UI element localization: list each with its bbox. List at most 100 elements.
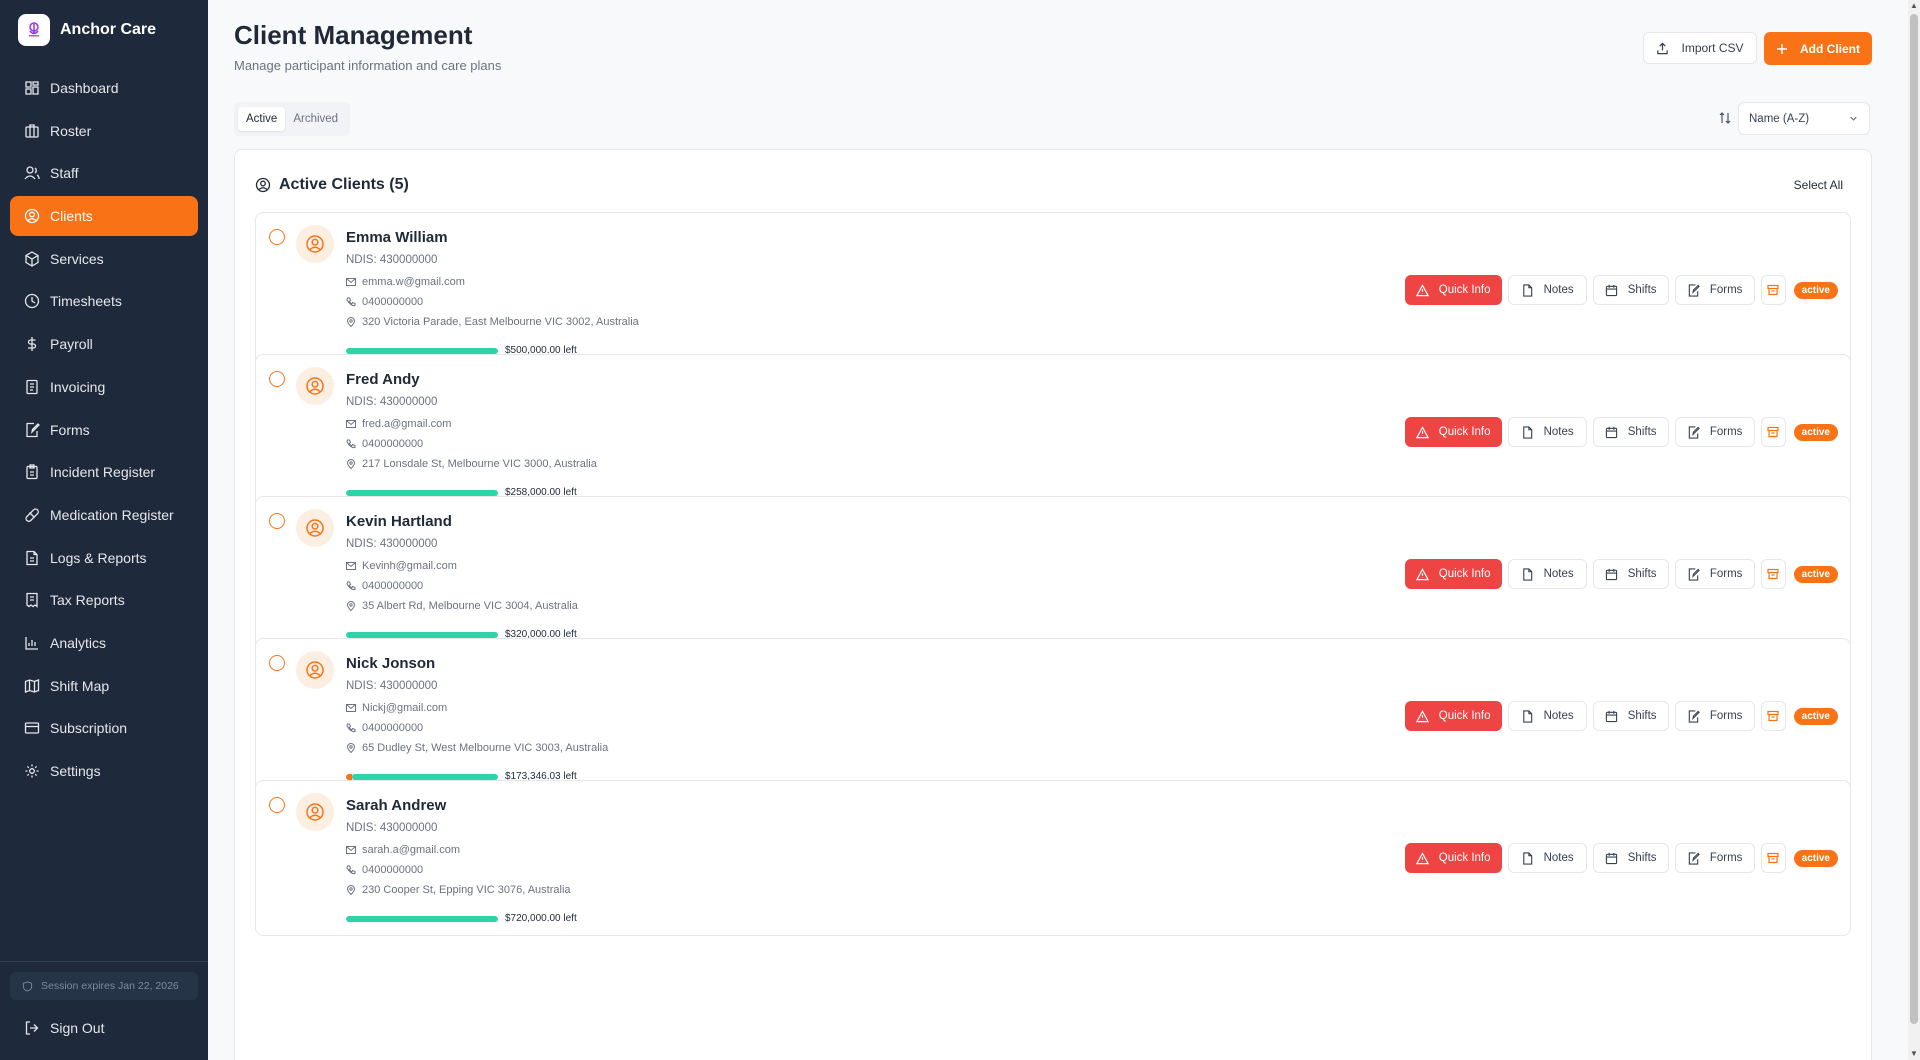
sort-select[interactable]: Name (A-Z) [1738, 102, 1870, 135]
client-email: emma.w@gmail.com [362, 276, 465, 288]
sidebar-item-clients[interactable]: Clients [10, 196, 198, 237]
pill-icon [25, 508, 39, 522]
client-name[interactable]: Emma William [346, 229, 448, 246]
shifts-button[interactable]: Shifts [1592, 843, 1669, 873]
client-checkbox[interactable] [269, 229, 285, 245]
client-phone: 0400000000 [362, 864, 424, 876]
sidebar-item-label: Analytics [50, 634, 107, 651]
client-email: fred.a@gmail.com [362, 418, 452, 430]
sidebar-item-settings[interactable]: Settings [10, 751, 198, 791]
budget-bar-fill [352, 773, 498, 780]
tab-active[interactable]: Active [238, 107, 286, 131]
archive-button[interactable] [1760, 559, 1786, 589]
client-checkbox[interactable] [269, 797, 285, 813]
client-checkbox[interactable] [269, 513, 285, 529]
upload-icon [1657, 42, 1669, 54]
client-checkbox[interactable] [269, 371, 285, 387]
alert-triangle-icon [1415, 709, 1429, 722]
sidebar-item-subscription[interactable]: Subscription [10, 708, 198, 748]
quick-info-button[interactable]: Quick Info [1404, 559, 1502, 589]
status-badge: active [1793, 423, 1838, 441]
forms-button[interactable]: Forms [1674, 275, 1755, 305]
tab-archived[interactable]: Archived [285, 107, 346, 131]
sidebar-item-label: Invoicing [50, 378, 106, 395]
notes-button[interactable]: Notes [1507, 417, 1587, 447]
shifts-button[interactable]: Shifts [1592, 701, 1669, 731]
quick-info-button[interactable]: Quick Info [1404, 701, 1502, 731]
mail-icon [346, 846, 356, 854]
mail-icon [346, 562, 356, 570]
file-icon [1522, 567, 1532, 581]
sidebar-item-label: Subscription [50, 720, 128, 737]
budget-progress: $720,000.00 left [346, 913, 577, 924]
shifts-button[interactable]: Shifts [1592, 559, 1669, 589]
archive-button[interactable] [1760, 701, 1786, 731]
alert-triangle-icon [1415, 567, 1429, 580]
sidebar-item-shift-map[interactable]: Shift Map [10, 666, 198, 706]
status-badge: active [1793, 707, 1838, 725]
select-all-button[interactable]: Select All [1794, 178, 1843, 192]
notes-button[interactable]: Notes [1507, 275, 1587, 305]
forms-button[interactable]: Forms [1674, 559, 1755, 589]
shifts-button[interactable]: Shifts [1592, 275, 1669, 305]
sidebar-item-logs-reports[interactable]: Logs & Reports [10, 538, 198, 578]
client-name[interactable]: Nick Jonson [346, 655, 435, 672]
notes-button[interactable]: Notes [1507, 559, 1587, 589]
sidebar-item-payroll[interactable]: Payroll [10, 324, 198, 364]
user-circle-icon [306, 803, 324, 821]
forms-button[interactable]: Forms [1674, 417, 1755, 447]
notes-button[interactable]: Notes [1507, 843, 1587, 873]
archive-button[interactable] [1760, 417, 1786, 447]
import-csv-button[interactable]: Import CSV [1643, 32, 1757, 64]
shifts-button[interactable]: Shifts [1592, 417, 1669, 447]
forms-button[interactable]: Forms [1674, 843, 1755, 873]
quick-info-button[interactable]: Quick Info [1404, 843, 1502, 873]
archive-button[interactable] [1760, 275, 1786, 305]
client-name[interactable]: Fred Andy [346, 371, 420, 388]
sidebar-item-medication-register[interactable]: Medication Register [10, 495, 198, 535]
scroll-thumb[interactable] [1910, 14, 1918, 1024]
file-icon [1522, 709, 1532, 723]
sidebar-item-roster[interactable]: Roster [10, 111, 198, 151]
forms-button[interactable]: Forms [1674, 701, 1755, 731]
client-name[interactable]: Sarah Andrew [346, 797, 446, 814]
client-address: 35 Albert Rd, Melbourne VIC 3004, Austra… [362, 600, 578, 612]
sidebar-item-analytics[interactable]: Analytics [10, 623, 198, 663]
quick-info-button[interactable]: Quick Info [1404, 417, 1502, 447]
page-subtitle: Manage participant information and care … [234, 58, 502, 73]
shifts-label: Shifts [1627, 852, 1657, 864]
brand[interactable]: Anchor Care [0, 0, 208, 60]
shifts-label: Shifts [1627, 426, 1657, 438]
scroll-down-arrow[interactable]: ▼ [1910, 1050, 1918, 1058]
main-content: Client Management Manage participant inf… [208, 0, 1908, 1060]
sort-icon[interactable] [1718, 111, 1732, 125]
scroll-up-arrow[interactable]: ▲ [1910, 2, 1918, 10]
sidebar-item-dashboard[interactable]: Dashboard [10, 68, 198, 108]
archive-icon [1767, 710, 1779, 722]
page-scrollbar[interactable]: ▲ ▼ [1908, 0, 1920, 1060]
sort-select-value: Name (A-Z) [1749, 112, 1810, 125]
card-icon [24, 722, 40, 734]
status-badge: active [1793, 281, 1838, 299]
client-name[interactable]: Kevin Hartland [346, 513, 452, 530]
client-email-row: sarah.a@gmail.com [346, 844, 460, 856]
sign-out-button[interactable]: Sign Out [10, 1008, 198, 1048]
sidebar-item-incident-register[interactable]: Incident Register [10, 452, 198, 492]
sidebar-item-invoicing[interactable]: Invoicing [10, 367, 198, 407]
add-client-button[interactable]: Add Client [1764, 32, 1872, 65]
quick-info-button[interactable]: Quick Info [1404, 275, 1502, 305]
client-phone: 0400000000 [362, 438, 424, 450]
mail-icon [346, 420, 356, 428]
client-checkbox[interactable] [269, 655, 285, 671]
sidebar-item-forms[interactable]: Forms [10, 410, 198, 450]
sidebar-item-label: Dashboard [50, 80, 119, 96]
calendar-icon [1605, 284, 1617, 296]
sidebar-item-staff[interactable]: Staff [10, 153, 198, 193]
sidebar-item-timesheets[interactable]: Timesheets [10, 281, 198, 321]
client-phone-row: 0400000000 [346, 580, 423, 592]
notes-button[interactable]: Notes [1507, 701, 1587, 731]
archive-button[interactable] [1760, 843, 1786, 873]
client-card: Fred Andy NDIS: 430000000 fred.a@gmail.c… [255, 354, 1851, 510]
sidebar-item-tax-reports[interactable]: Tax Reports [10, 580, 198, 620]
sidebar-item-services[interactable]: Services [10, 239, 198, 279]
